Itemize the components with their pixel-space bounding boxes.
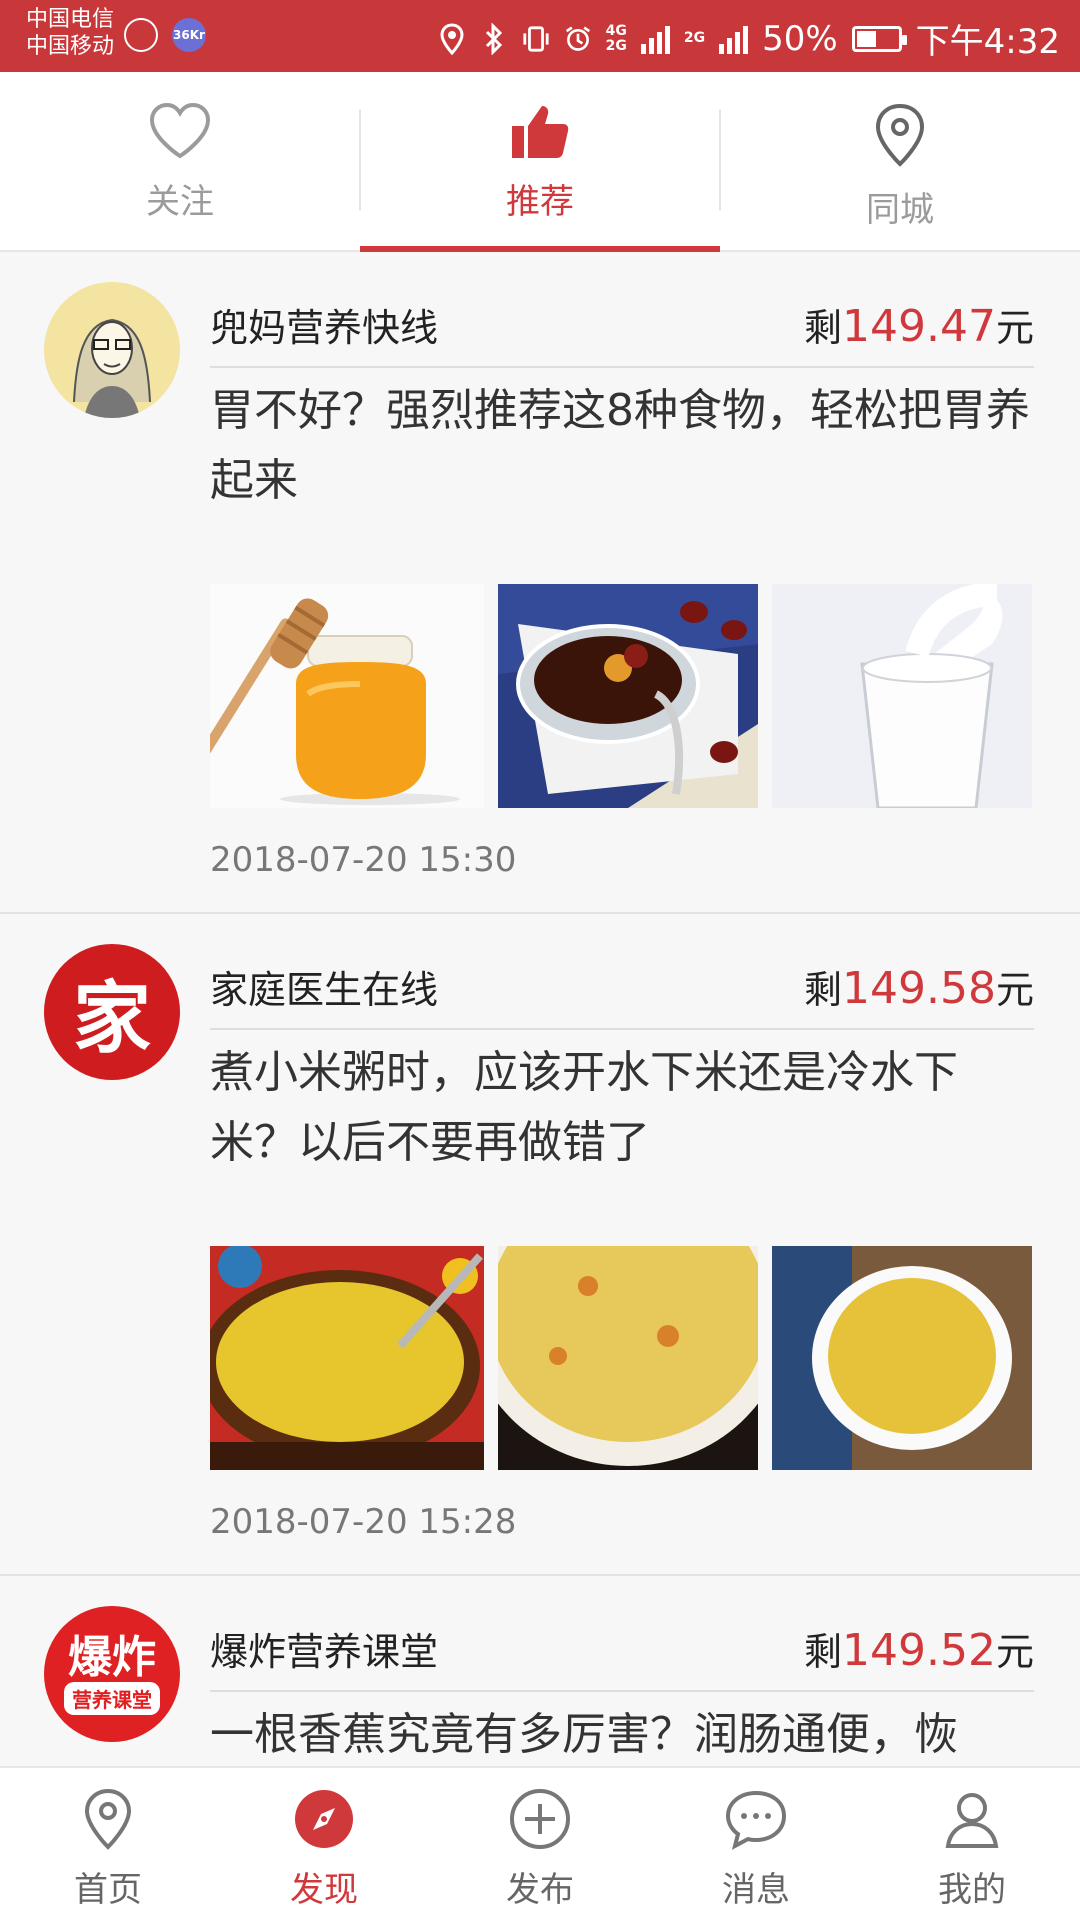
alarm-icon <box>564 22 592 56</box>
feed-list[interactable]: 兜妈营养快线 剩149.47元 胃不好？强烈推荐这8种食物，轻松把胃养起来 20… <box>0 252 1080 1766</box>
tab-divider <box>359 110 361 210</box>
location-pin-icon <box>875 103 925 167</box>
article-title[interactable]: 煮小米粥时，应该开水下米还是冷水下米？以后不要再做错了 <box>210 1038 1040 1178</box>
carrier-2: 中国移动 <box>26 34 115 59</box>
thumbnail-date-tea[interactable] <box>498 584 758 808</box>
battery-icon <box>851 25 907 52</box>
tab-divider <box>719 110 721 210</box>
signal-2-icon <box>719 24 749 54</box>
avatar-text: 爆炸 <box>68 1631 156 1683</box>
nav-profile[interactable]: 我的 <box>864 1768 1080 1922</box>
nav-profile-label: 我的 <box>938 1870 1006 1910</box>
amount-value: 149.52 <box>842 1624 996 1676</box>
chat-bubble-icon <box>725 1790 787 1850</box>
author-name[interactable]: 爆炸营养课堂 <box>210 1621 438 1676</box>
tab-follow-label: 关注 <box>146 182 214 222</box>
avatar-text: 营养课堂 <box>64 1681 160 1715</box>
status-right: 4G 2G 2G 50% 下午4:32 <box>438 14 1060 63</box>
tab-local-label: 同城 <box>866 190 934 230</box>
avatar[interactable] <box>44 282 180 418</box>
author-name[interactable]: 家庭医生在线 <box>210 959 438 1014</box>
article-title[interactable]: 胃不好？强烈推荐这8种食物，轻松把胃养起来 <box>210 376 1040 516</box>
amount-value: 149.58 <box>842 962 996 1014</box>
nav-discover-label: 发现 <box>290 1870 358 1910</box>
plus-circle-icon <box>510 1789 570 1849</box>
remaining-amount: 剩149.58元 <box>804 962 1034 1014</box>
thumbnail-honey-jar[interactable] <box>210 584 484 808</box>
thumbnail-row <box>210 584 1032 808</box>
nav-publish[interactable]: 发布 <box>432 1768 648 1922</box>
location-pin-icon <box>84 1788 132 1850</box>
thumbnail-millet-porridge-bowl[interactable] <box>210 1246 484 1470</box>
kr-badge-icon: 36Kr <box>172 18 206 52</box>
vibrate-icon <box>522 22 550 56</box>
thumbnail-row <box>210 1246 1032 1470</box>
clock: 下午4:32 <box>915 22 1060 62</box>
thumbs-up-icon <box>512 106 569 158</box>
author-row: 兜妈营养快线 剩149.47元 <box>210 282 1034 368</box>
feed-card[interactable]: 爆炸 营养课堂 爆炸营养课堂 剩149.52元 一根香蕉究竟有多厉害？润肠通便，… <box>0 1576 1080 1766</box>
author-row: 爆炸营养课堂 剩149.52元 <box>210 1606 1034 1692</box>
user-icon <box>945 1793 999 1848</box>
amount-value: 149.47 <box>842 300 996 352</box>
hand-icon <box>124 18 158 52</box>
thumbnail-millet-porridge-closeup[interactable] <box>498 1246 758 1470</box>
publish-date: 2018-07-20 15:28 <box>210 1502 517 1542</box>
nav-home-label: 首页 <box>74 1870 142 1910</box>
network-1: 4G 2G <box>605 22 627 54</box>
compass-icon <box>295 1790 353 1848</box>
carrier-1: 中国电信 <box>26 7 115 32</box>
network-2: 2G <box>683 30 706 46</box>
carrier-info: 中国电信 中国移动 <box>26 6 114 60</box>
tab-local[interactable]: 同城 <box>720 72 1080 250</box>
thumbnail-raw-millet-bowl[interactable] <box>772 1246 1032 1470</box>
avatar[interactable]: 爆炸 营养课堂 <box>44 1606 180 1742</box>
thumbnail-milk-glass[interactable] <box>772 584 1032 808</box>
bottom-nav: 首页 发现 发布 消息 我的 <box>0 1766 1080 1922</box>
status-bar: 中国电信 中国移动 36Kr 4G 2G 2G 50% 下午4:32 <box>0 0 1080 72</box>
nav-messages-label: 消息 <box>722 1870 790 1910</box>
avatar-text: 家 <box>72 973 151 1064</box>
avatar[interactable]: 家 <box>44 944 180 1080</box>
article-title[interactable]: 一根香蕉究竟有多厉害？润肠通便，恢 <box>210 1700 1040 1766</box>
author-row: 家庭医生在线 剩149.58元 <box>210 944 1034 1030</box>
location-icon <box>438 22 466 56</box>
heart-icon <box>149 102 211 159</box>
nav-publish-label: 发布 <box>506 1870 574 1910</box>
remaining-amount: 剩149.47元 <box>804 300 1034 352</box>
tab-follow[interactable]: 关注 <box>0 72 360 250</box>
nav-home[interactable]: 首页 <box>0 1768 216 1922</box>
nav-discover[interactable]: 发现 <box>216 1768 432 1922</box>
tab-recommend[interactable]: 推荐 <box>360 72 720 252</box>
signal-1-icon <box>640 24 670 54</box>
status-left-icons: 36Kr <box>124 18 206 52</box>
remaining-amount: 剩149.52元 <box>804 1624 1034 1676</box>
author-name[interactable]: 兜妈营养快线 <box>210 297 438 352</box>
publish-date: 2018-07-20 15:30 <box>210 840 517 880</box>
feed-card[interactable]: 兜妈营养快线 剩149.47元 胃不好？强烈推荐这8种食物，轻松把胃养起来 20… <box>0 252 1080 914</box>
nav-messages[interactable]: 消息 <box>648 1768 864 1922</box>
bluetooth-icon <box>480 22 508 56</box>
top-tabs: 关注 推荐 同城 <box>0 72 1080 252</box>
battery-percent: 50% <box>762 18 838 59</box>
tab-recommend-label: 推荐 <box>506 182 574 222</box>
feed-card[interactable]: 家 家庭医生在线 剩149.58元 煮小米粥时，应该开水下米还是冷水下米？以后不… <box>0 914 1080 1576</box>
